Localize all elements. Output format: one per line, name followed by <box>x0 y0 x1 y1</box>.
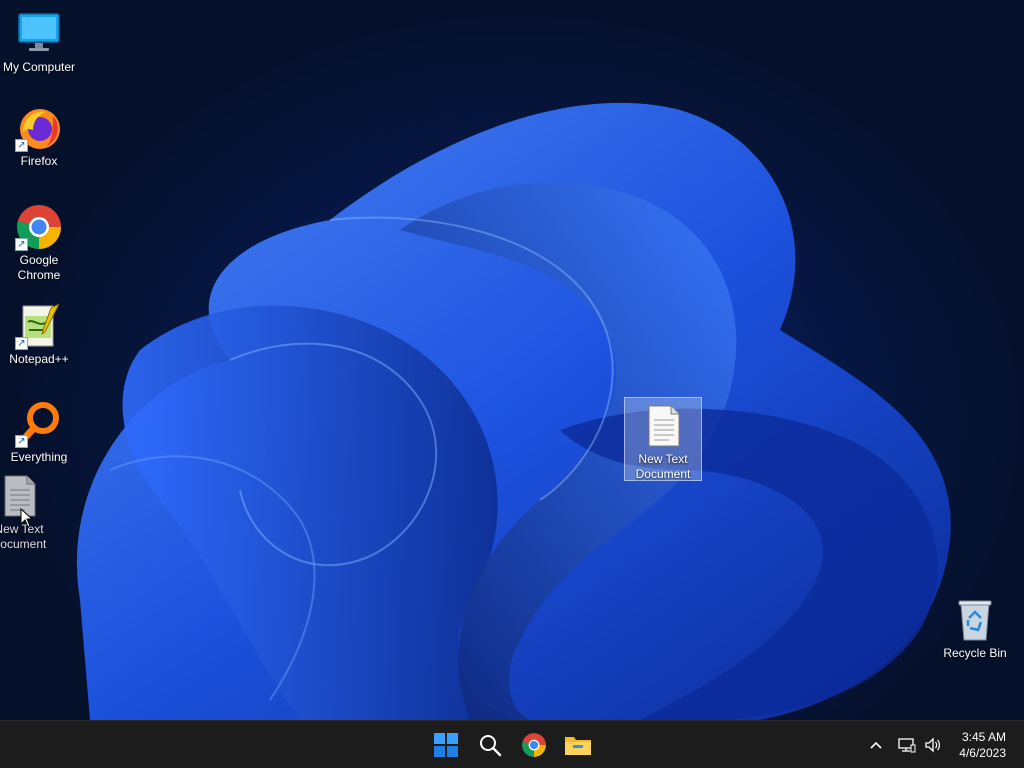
desktop-icon-label: Firefox <box>20 154 58 168</box>
clock-time: 3:45 AM <box>961 730 1006 744</box>
desktop-icon-label: Everything <box>10 450 68 464</box>
wallpaper-bloom <box>76 102 951 720</box>
shortcut-arrow-icon: ↗ <box>15 139 28 152</box>
desktop-icon-label: Recycle Bin <box>943 646 1007 660</box>
windows-start-icon <box>434 733 458 757</box>
recycle-bin-icon <box>951 596 999 644</box>
desktop-icon-google-chrome[interactable]: ↗ Google Chrome <box>0 203 78 283</box>
desktop-icon-notepadpp[interactable]: ↗ Notepad++ <box>0 302 78 367</box>
desktop-icon-label: New Text Document <box>635 452 691 481</box>
start-button[interactable] <box>428 727 464 763</box>
file-explorer-icon <box>565 737 591 755</box>
desktop-icon-recycle-bin[interactable]: Recycle Bin <box>936 596 1014 661</box>
taskbar-chrome-button[interactable] <box>516 727 552 763</box>
desktop-icon-firefox[interactable]: ↗ Firefox <box>0 104 78 169</box>
everything-icon: ↗ <box>15 400 63 448</box>
desktop-icon-label: My Computer <box>2 60 76 74</box>
shortcut-arrow-icon: ↗ <box>15 435 28 448</box>
search-icon <box>480 735 502 757</box>
desktop-icon-label: Notepad++ <box>9 352 69 366</box>
volume-icon[interactable] <box>920 737 946 753</box>
monitor-icon <box>15 10 63 58</box>
desktop-icon-my-computer[interactable]: My Computer <box>0 10 78 75</box>
chrome-icon: ↗ <box>15 203 63 251</box>
network-icon[interactable] <box>894 737 920 753</box>
notepadpp-icon: ↗ <box>15 302 63 350</box>
desktop-icon-new-text-document[interactable]: New Text Document <box>624 397 702 481</box>
taskbar: 3:45 AM 4/6/2023 <box>0 720 1024 768</box>
taskbar-file-explorer-button[interactable] <box>560 727 596 763</box>
taskbar-clock[interactable]: 3:45 AM 4/6/2023 <box>959 729 1006 761</box>
desktop-icon-everything[interactable]: ↗ Everything <box>0 400 78 465</box>
clock-date: 4/6/2023 <box>959 746 1006 760</box>
chrome-icon <box>522 733 546 757</box>
search-button[interactable] <box>472 727 508 763</box>
shortcut-arrow-icon: ↗ <box>15 238 28 251</box>
text-document-icon <box>639 402 687 450</box>
mouse-cursor-icon <box>20 508 34 528</box>
desktop-icon-label: Google Chrome <box>17 253 61 282</box>
shortcut-arrow-icon: ↗ <box>15 337 28 350</box>
firefox-icon: ↗ <box>15 104 63 152</box>
system-tray <box>862 721 946 768</box>
desktop[interactable]: My Computer ↗ Firefox ↗ Google Chrome ↗ … <box>0 0 1024 720</box>
chevron-up-icon[interactable] <box>862 740 890 750</box>
